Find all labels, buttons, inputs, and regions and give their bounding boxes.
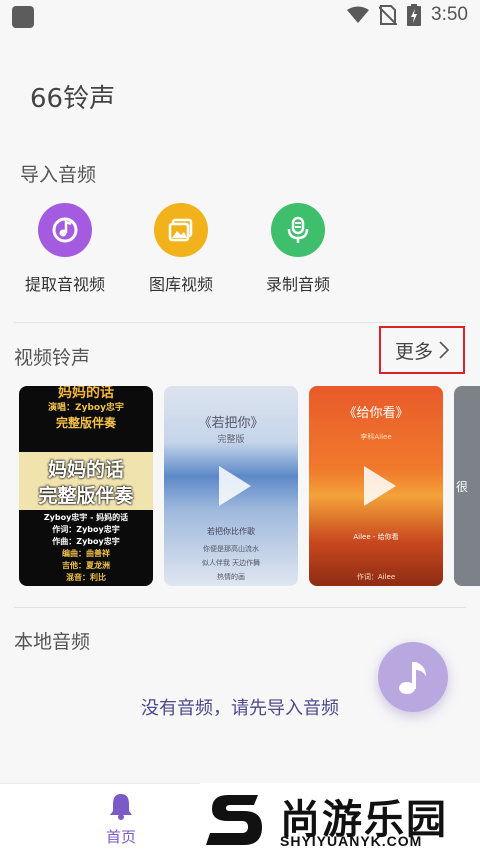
video-ringtone-list: 妈妈的话 演唱：Zyboy忠宇 完整版伴奏 妈妈的话 完整版伴奏 Zyboy忠宇…: [0, 386, 480, 586]
import-options: 提取音视频 图库视频 录制音频: [0, 203, 480, 303]
video-card-credit: 作曲：Zyboy忠宇: [52, 537, 120, 546]
record-audio-button[interactable]: 录制音频: [238, 203, 358, 295]
video-card-credit: 作词：Ailee: [356, 573, 396, 581]
music-note-fab[interactable]: [378, 642, 448, 712]
video-card-banner: 妈妈的话 完整版伴奏: [19, 452, 153, 510]
gallery-video-label: 图库视频: [148, 275, 213, 294]
watermark-url: SHYIYUANYK.COM: [280, 833, 423, 849]
no-sim-icon: [379, 5, 398, 25]
music-disc-icon: [38, 203, 92, 257]
status-icons: 3:50: [347, 4, 468, 26]
local-audio-section-title: 本地音频: [14, 631, 91, 653]
divider: [14, 322, 466, 323]
video-card[interactable]: 很: [454, 386, 480, 586]
nav-home-label: 首页: [105, 828, 136, 846]
more-button[interactable]: 更多: [379, 326, 465, 374]
play-icon[interactable]: [205, 460, 257, 512]
status-bar: 3:50: [0, 0, 480, 34]
video-card-caption: 若把你比作歌: [207, 527, 255, 536]
watermark: 尚游乐园 SHYIYUANYK.COM: [200, 783, 480, 853]
divider: [14, 607, 466, 608]
chevron-right-icon: [439, 341, 449, 359]
status-time: 3:50: [431, 4, 468, 25]
video-card-title: 《给你看》: [343, 406, 409, 421]
gallery-video-button[interactable]: 图库视频: [121, 203, 241, 295]
play-icon[interactable]: [350, 460, 402, 512]
music-note-icon: [399, 662, 426, 694]
extract-audio-video-button[interactable]: 提取音视频: [5, 203, 125, 295]
app-title: 66铃声: [30, 84, 116, 114]
gallery-icon: [154, 203, 208, 257]
video-card-song-line: Ailee - 给你看: [353, 533, 399, 541]
video-card[interactable]: 《给你看》 李科Ailee Ailee - 给你看 作词：Ailee: [309, 386, 443, 586]
video-card-line: 热情的画: [217, 573, 245, 581]
video-card-credit: Zyboy忠宇 - 妈妈的话: [43, 513, 129, 522]
bell-icon: [110, 794, 132, 820]
microphone-icon: [271, 203, 325, 257]
video-card-banner-line2: 完整版伴奏: [38, 485, 134, 507]
video-ringtone-section-title: 视频铃声: [14, 347, 91, 369]
wifi-icon: [347, 6, 370, 23]
record-audio-label: 录制音频: [265, 275, 330, 294]
video-card[interactable]: 妈妈的话 演唱：Zyboy忠宇 完整版伴奏 妈妈的话 完整版伴奏 Zyboy忠宇…: [19, 386, 153, 586]
video-card-credit: 混音：利比: [66, 573, 106, 582]
video-card-line: 你便是那高山流水: [203, 545, 259, 553]
nav-home-tab[interactable]: 首页: [96, 792, 146, 847]
video-card-singer: 李科Ailee: [360, 433, 392, 441]
video-card-credit: 吉他：夏龙洲: [62, 561, 110, 570]
video-card-line: 似人伴我 天边作舞: [201, 559, 261, 567]
more-label: 更多: [394, 340, 433, 363]
video-card-version: 完整版伴奏: [55, 416, 116, 430]
video-card-banner-line1: 妈妈的话: [47, 459, 124, 481]
video-card-subtitle: 完整版: [217, 435, 245, 445]
video-card-title: 《若把你》: [198, 416, 264, 431]
extract-audio-video-label: 提取音视频: [24, 275, 105, 294]
video-card-credit: 作词：Zyboy忠宇: [52, 525, 120, 534]
video-card[interactable]: 《若把你》 完整版 若把你比作歌 你便是那高山流水 似人伴我 天边作舞 热情的画: [164, 386, 298, 586]
video-card-credit: 编曲：曲善祥: [62, 549, 110, 558]
notification-app-icon: [12, 6, 34, 28]
battery-charging-icon: [407, 4, 422, 26]
import-section-title: 导入音频: [20, 164, 97, 186]
watermark-logo-icon: [206, 795, 262, 845]
video-card-text: 很: [456, 480, 469, 494]
video-card-singer: 演唱：Zyboy忠宇: [48, 403, 124, 413]
